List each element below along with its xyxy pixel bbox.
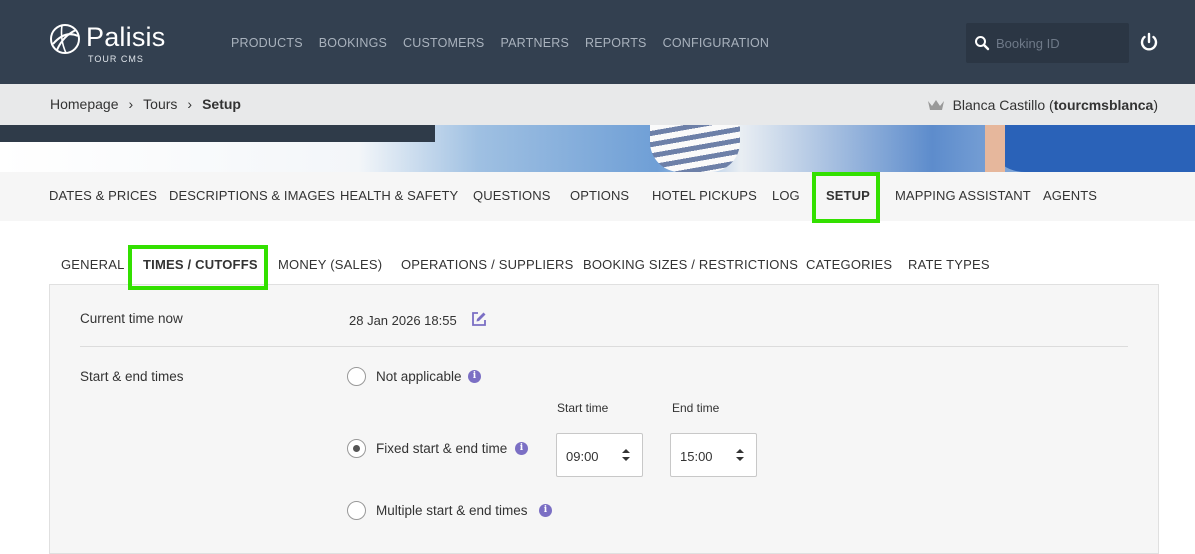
crumb-tours[interactable]: Tours xyxy=(143,96,177,112)
booking-search[interactable]: Booking ID xyxy=(966,23,1129,63)
user-account[interactable]: Blanca Castillo (tourcmsblanca) xyxy=(927,97,1158,113)
times-cutoffs-panel xyxy=(49,284,1159,554)
search-input[interactable]: Booking ID xyxy=(996,36,1060,51)
multiple-start-end-label[interactable]: Multiple start & end times xyxy=(376,503,528,518)
breadcrumb: Homepage › Tours › Setup xyxy=(50,96,241,112)
chevron-right-icon: › xyxy=(187,96,193,112)
info-icon[interactable]: i xyxy=(539,504,552,517)
not-applicable-label[interactable]: Not applicable xyxy=(376,369,462,384)
search-icon xyxy=(975,36,990,51)
start-time-label: Start time xyxy=(557,401,609,415)
hero-title-overlay xyxy=(0,125,435,142)
subtab-rate-types[interactable]: RATE TYPES xyxy=(908,257,990,272)
power-icon[interactable] xyxy=(1138,31,1160,53)
brand-sub: TOUR CMS xyxy=(88,54,144,64)
start-end-label: Start & end times xyxy=(80,369,184,384)
hero-figure-shirt xyxy=(985,125,1195,172)
nav-customers[interactable]: CUSTOMERS xyxy=(403,36,484,50)
radio-not-applicable[interactable] xyxy=(347,367,366,386)
subtab-booking-sizes[interactable]: BOOKING SIZES / RESTRICTIONS xyxy=(583,257,798,272)
current-time-value: 28 Jan 2026 18:55 xyxy=(349,313,457,328)
tab-hotel-pickups[interactable]: HOTEL PICKUPS xyxy=(652,188,757,203)
subtab-categories[interactable]: CATEGORIES xyxy=(806,257,892,272)
subtab-money-sales[interactable]: MONEY (SALES) xyxy=(278,257,382,272)
start-time-value: 09:00 xyxy=(566,449,599,464)
hero-figure xyxy=(650,125,740,172)
end-time-value: 15:00 xyxy=(680,449,713,464)
end-time-select[interactable]: 15:00 xyxy=(670,433,757,477)
tour-hero-image xyxy=(0,125,1195,172)
tab-options[interactable]: OPTIONS xyxy=(570,188,629,203)
brand-name: Palisis xyxy=(86,22,166,52)
current-time-label: Current time now xyxy=(80,311,183,326)
hero-figure-arm xyxy=(985,125,1005,172)
edit-icon[interactable] xyxy=(471,311,487,327)
updown-arrows-icon xyxy=(622,449,630,461)
updown-arrows-icon xyxy=(736,449,744,461)
radio-multiple-start-end[interactable] xyxy=(347,501,366,520)
row-divider xyxy=(80,346,1128,347)
tab-agents[interactable]: AGENTS xyxy=(1043,188,1097,203)
info-icon[interactable]: i xyxy=(515,442,528,455)
tab-log[interactable]: LOG xyxy=(772,188,800,203)
tab-health-safety[interactable]: HEALTH & SAFETY xyxy=(340,188,458,203)
info-icon[interactable]: i xyxy=(468,370,481,383)
tab-mapping-assistant[interactable]: MAPPING ASSISTANT xyxy=(895,188,1031,203)
times-tab-highlight xyxy=(128,245,268,290)
globe-logo-icon xyxy=(50,24,80,54)
subtab-general[interactable]: GENERAL xyxy=(61,257,125,272)
top-header: Palisis TOUR CMS PRODUCTS BOOKINGS CUSTO… xyxy=(0,0,1195,84)
nav-configuration[interactable]: CONFIGURATION xyxy=(663,36,770,50)
start-time-select[interactable]: 09:00 xyxy=(556,433,643,477)
nav-partners[interactable]: PARTNERS xyxy=(500,36,569,50)
end-time-label: End time xyxy=(672,401,720,415)
nav-reports[interactable]: REPORTS xyxy=(585,36,647,50)
nav-bookings[interactable]: BOOKINGS xyxy=(319,36,387,50)
user-name: Blanca Castillo xyxy=(952,97,1046,113)
crumb-current: Setup xyxy=(202,96,241,112)
palisis-logo[interactable]: Palisis TOUR CMS xyxy=(48,22,178,66)
user-username: tourcmsblanca xyxy=(1053,97,1154,113)
crumb-homepage[interactable]: Homepage xyxy=(50,96,119,112)
radio-fixed-start-end[interactable] xyxy=(347,439,366,458)
nav-products[interactable]: PRODUCTS xyxy=(231,36,303,50)
tour-tabs: DATES & PRICES DESCRIPTIONS & IMAGES HEA… xyxy=(0,172,1195,221)
tab-descriptions-images[interactable]: DESCRIPTIONS & IMAGES xyxy=(169,188,335,203)
tab-questions[interactable]: QUESTIONS xyxy=(473,188,550,203)
setup-tab-highlight xyxy=(812,172,880,223)
breadcrumb-bar: Homepage › Tours › Setup Blanca Castillo… xyxy=(0,84,1195,125)
chevron-right-icon: › xyxy=(128,96,134,112)
subtab-operations-suppliers[interactable]: OPERATIONS / SUPPLIERS xyxy=(401,257,573,272)
tab-dates-prices[interactable]: DATES & PRICES xyxy=(49,188,157,203)
crown-icon xyxy=(927,100,944,110)
fixed-start-end-label[interactable]: Fixed start & end time xyxy=(376,441,507,456)
main-nav: PRODUCTS BOOKINGS CUSTOMERS PARTNERS REP… xyxy=(231,36,785,50)
